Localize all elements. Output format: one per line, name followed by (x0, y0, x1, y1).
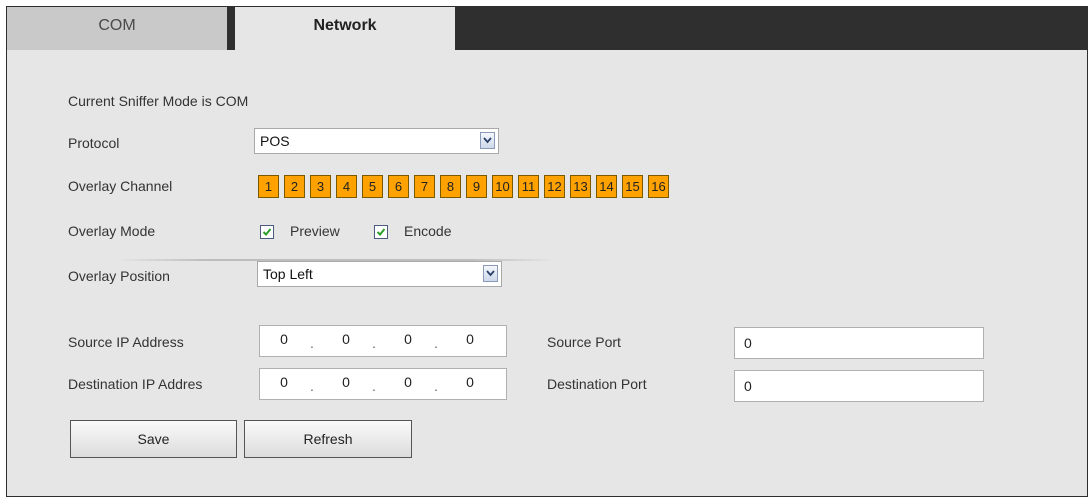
channel-button-12[interactable]: 12 (544, 175, 565, 198)
ip-separator: . (434, 378, 438, 394)
channel-button-7[interactable]: 7 (414, 175, 435, 198)
channel-button-8[interactable]: 8 (440, 175, 461, 198)
overlay-mode-label: Overlay Mode (68, 223, 156, 239)
protocol-select[interactable]: POS (254, 128, 499, 154)
chevron-down-icon[interactable] (480, 132, 495, 149)
source-ip-octet-4[interactable]: 0 (452, 326, 488, 352)
channel-button-6[interactable]: 6 (388, 175, 409, 198)
destination-ip-octet-3[interactable]: 0 (390, 369, 426, 395)
channel-button-4[interactable]: 4 (336, 175, 357, 198)
tab-com[interactable]: COM (7, 7, 231, 50)
destination-ip-octet-1[interactable]: 0 (266, 369, 302, 395)
destination-port-label: Destination Port (547, 376, 647, 392)
ip-separator: . (310, 378, 314, 394)
channel-button-14[interactable]: 14 (596, 175, 617, 198)
channel-button-2[interactable]: 2 (284, 175, 305, 198)
destination-ip-label: Destination IP Addres (68, 376, 203, 392)
ip-separator: . (434, 335, 438, 351)
overlay-channel-label: Overlay Channel (68, 178, 173, 194)
overlay-position-select[interactable]: Top Left (257, 261, 502, 287)
save-button[interactable]: Save (70, 420, 237, 458)
tab-network[interactable]: Network (235, 7, 455, 51)
destination-ip-octet-2[interactable]: 0 (328, 369, 364, 395)
source-ip-input[interactable]: 0 . 0 . 0 . 0 (259, 325, 507, 357)
sniffer-mode-status: Current Sniffer Mode is COM (68, 93, 249, 109)
channel-button-13[interactable]: 13 (570, 175, 591, 198)
destination-port-input[interactable]: 0 (734, 370, 984, 402)
preview-label: Preview (290, 223, 340, 239)
source-ip-octet-1[interactable]: 0 (266, 326, 302, 352)
source-ip-octet-3[interactable]: 0 (390, 326, 426, 352)
protocol-label: Protocol (68, 135, 120, 151)
source-ip-label: Source IP Address (68, 334, 184, 350)
channel-button-16[interactable]: 16 (648, 175, 669, 198)
overlay-position-value: Top Left (263, 266, 313, 282)
channel-button-11[interactable]: 11 (518, 175, 539, 198)
channel-button-1[interactable]: 1 (258, 175, 279, 198)
ip-separator: . (310, 335, 314, 351)
check-icon (376, 228, 386, 236)
source-port-input[interactable]: 0 (734, 327, 984, 359)
source-ip-octet-2[interactable]: 0 (328, 326, 364, 352)
tab-bar: COM Network (7, 7, 1087, 51)
channel-button-5[interactable]: 5 (362, 175, 383, 198)
ip-separator: . (372, 378, 376, 394)
encode-label: Encode (404, 223, 452, 239)
destination-ip-octet-4[interactable]: 0 (452, 369, 488, 395)
check-icon (262, 228, 272, 236)
ip-separator: . (372, 335, 376, 351)
overlay-position-label: Overlay Position (68, 268, 170, 284)
chevron-down-icon[interactable] (483, 265, 498, 282)
channel-button-3[interactable]: 3 (310, 175, 331, 198)
divider (117, 259, 557, 261)
channel-button-10[interactable]: 10 (492, 175, 513, 198)
source-port-label: Source Port (547, 334, 621, 350)
encode-checkbox[interactable] (374, 225, 388, 239)
protocol-value: POS (260, 133, 290, 149)
destination-ip-input[interactable]: 0 . 0 . 0 . 0 (259, 368, 507, 400)
preview-checkbox[interactable] (260, 225, 274, 239)
channel-button-9[interactable]: 9 (466, 175, 487, 198)
network-sniffer-panel: COM Network Current Sniffer Mode is COM … (6, 6, 1088, 497)
channel-button-15[interactable]: 15 (622, 175, 643, 198)
refresh-button[interactable]: Refresh (244, 420, 412, 458)
